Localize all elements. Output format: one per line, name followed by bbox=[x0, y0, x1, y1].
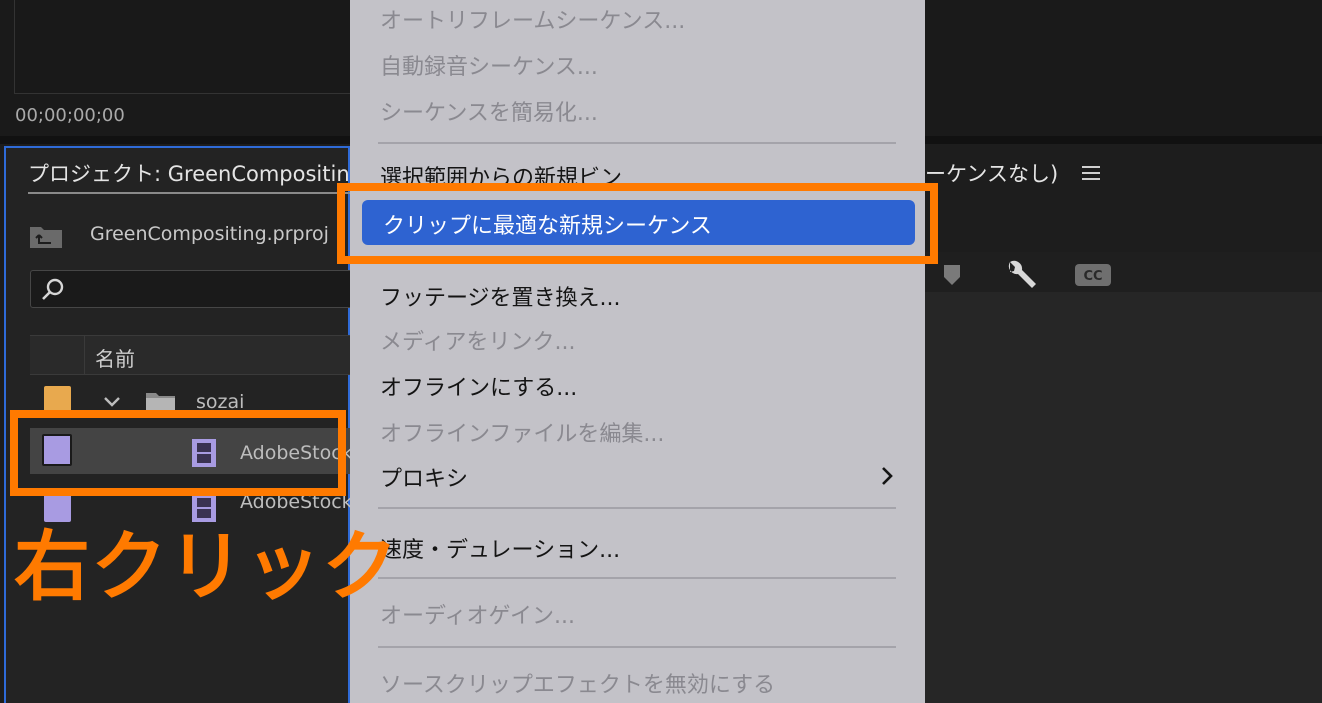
project-file-name: GreenCompositing.prproj bbox=[90, 223, 329, 245]
menu-item-edit-offline[interactable]: オフラインファイルを編集... bbox=[380, 416, 664, 448]
menu-item-audio-gain[interactable]: オーディオゲイン... bbox=[380, 598, 575, 630]
panel-tab-underline bbox=[28, 192, 350, 194]
sequence-panel-title[interactable]: ーケンスなし) bbox=[925, 158, 1058, 188]
panel-menu-icon[interactable] bbox=[1082, 166, 1100, 180]
column-header-name[interactable]: 名前 bbox=[95, 343, 135, 372]
menu-item-link-media[interactable]: メディアをリンク... bbox=[380, 324, 575, 356]
menu-item-auto-reframe[interactable]: オートリフレームシーケンス... bbox=[380, 3, 685, 35]
menu-item-disable-source-effects[interactable]: ソースクリップエフェクトを無効にする bbox=[380, 667, 775, 699]
clip-highlight-callout-box bbox=[10, 410, 346, 496]
project-panel-title[interactable]: プロジェクト: GreenCompositing bbox=[28, 158, 363, 188]
closed-captions-icon[interactable]: CC bbox=[1075, 264, 1111, 286]
timecode-display[interactable]: 00;00;00;00 bbox=[15, 105, 125, 126]
chevron-right-icon bbox=[882, 467, 893, 485]
menu-item-proxy[interactable]: プロキシ bbox=[380, 461, 468, 493]
menu-highlight-callout-box bbox=[337, 183, 938, 264]
timeline-area bbox=[925, 292, 1322, 703]
marker-icon[interactable] bbox=[944, 265, 960, 285]
menu-item-auto-record[interactable]: 自動録音シーケンス... bbox=[380, 49, 598, 81]
wrench-icon[interactable] bbox=[1004, 258, 1038, 292]
menu-item-simplify-sequence[interactable]: シーケンスを簡易化... bbox=[380, 95, 598, 127]
menu-separator bbox=[378, 507, 896, 509]
timeline-toolbar bbox=[925, 252, 1322, 292]
svg-text:CC: CC bbox=[1083, 269, 1102, 284]
monitor-screen bbox=[14, 0, 356, 94]
project-search-input[interactable] bbox=[30, 270, 360, 308]
menu-separator bbox=[378, 577, 896, 579]
chevron-down-icon[interactable] bbox=[103, 396, 121, 408]
context-menu: オートリフレームシーケンス... 自動録音シーケンス... シーケンスを簡易化.… bbox=[350, 0, 925, 703]
menu-separator bbox=[378, 646, 896, 648]
menu-item-make-offline[interactable]: オフラインにする... bbox=[380, 370, 577, 402]
bin-up-icon[interactable] bbox=[29, 223, 63, 249]
column-header-row bbox=[30, 335, 360, 375]
column-divider bbox=[84, 336, 85, 374]
menu-item-speed-duration[interactable]: 速度・デュレーション... bbox=[380, 532, 620, 564]
menu-separator bbox=[378, 142, 896, 144]
menu-item-replace-footage[interactable]: フッテージを置き換え... bbox=[380, 280, 621, 312]
search-icon bbox=[42, 278, 64, 300]
right-click-annotation: 右クリック bbox=[14, 522, 399, 611]
